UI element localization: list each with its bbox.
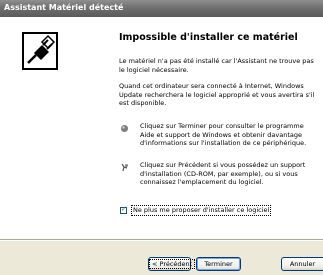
finish-info-text: Cliquez sur Terminer pour consulter le p… [140,122,307,147]
checkmark-icon: ✓ [121,205,127,213]
back-info-text: Cliquez sur Précédent si vous possédez u… [140,161,306,186]
back-button[interactable]: < Précédent [148,257,196,271]
wizard-content: Impossible d'installer ce matériel Le ma… [110,17,323,239]
hardware-connector-icon [22,32,58,70]
title-bar[interactable]: Assistant Matériel détecté [0,0,323,17]
wizard-side-panel [0,17,110,239]
finish-button[interactable]: Terminer [196,257,241,271]
page-title: Impossible d'installer ce matériel [119,32,298,43]
windows-update-text: Quand cet ordinateur sera connecté à Int… [119,82,315,107]
back-button-label: < Précédent [149,259,196,269]
back-label: Précédent [159,260,193,268]
help-bullet-icon [121,125,128,132]
dont-ask-again-label[interactable]: Ne plus me proposer d'installer ce logic… [131,205,272,216]
window-title: Assistant Matériel détecté [4,3,124,12]
intro-text: Le matériel n'a pas été installé car l'A… [119,57,314,74]
back-arrow: < [152,260,160,268]
hardware-bullet-icon [121,163,128,172]
cancel-button[interactable]: Annuler [281,257,323,271]
dont-ask-again-checkbox[interactable]: ✓ [120,205,127,214]
button-separator [0,239,323,241]
